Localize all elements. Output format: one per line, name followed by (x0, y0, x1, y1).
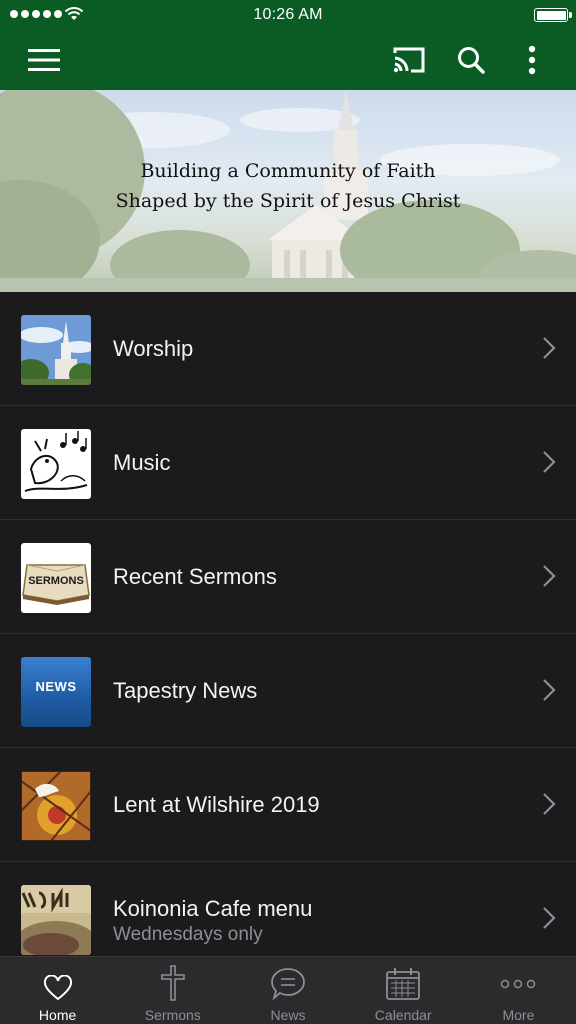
tab-more[interactable]: More (461, 957, 576, 1024)
hero-tagline-line1: Building a Community of Faith (140, 160, 436, 182)
list-item-title: Worship (113, 336, 194, 361)
tab-sermons[interactable]: Sermons (115, 957, 230, 1024)
vertical-ellipsis-icon (528, 45, 536, 75)
status-time: 10:26 AM (253, 6, 323, 23)
status-bar: 10:26 AM (0, 0, 576, 30)
tab-label: Sermons (144, 1007, 201, 1023)
list-item-title: Koinonia Cafe menu (113, 896, 313, 921)
search-button[interactable] (443, 30, 499, 90)
chevron-right-icon (543, 679, 556, 701)
chevron-right-icon (543, 337, 556, 359)
sermons-thumb-label: SERMONS (28, 575, 84, 587)
app-toolbar (0, 30, 576, 90)
cross-icon (160, 965, 185, 1001)
music-thumbnail (21, 429, 91, 499)
heart-icon (43, 975, 72, 1001)
list-item-music[interactable]: Music (0, 406, 576, 520)
menu-button[interactable] (16, 30, 72, 90)
tab-label: Home (38, 1007, 77, 1023)
search-icon (458, 47, 485, 74)
tab-label: News (270, 1007, 306, 1023)
chevron-right-icon (543, 907, 556, 929)
hero-tagline: Building a Community of Faith Shaped by … (0, 156, 576, 216)
list-item-title: Lent at Wilshire 2019 (113, 792, 320, 817)
tab-label: More (502, 1007, 535, 1023)
list-item-title: Recent Sermons (113, 564, 277, 589)
menu-list: Worship Music SERMONS Recent Sermons NEW… (0, 292, 576, 956)
overflow-menu-button[interactable] (504, 30, 560, 90)
calendar-icon (386, 968, 421, 1000)
list-item-koinonia-cafe[interactable]: Koinonia Cafe menu Wednesdays only (0, 862, 576, 956)
more-dots-icon (501, 979, 536, 989)
chevron-right-icon (543, 451, 556, 473)
chevron-right-icon (543, 793, 556, 815)
tab-news[interactable]: News (230, 957, 345, 1024)
list-item-recent-sermons[interactable]: SERMONS Recent Sermons (0, 520, 576, 634)
list-item-title: Music (113, 450, 171, 475)
hero-banner: Building a Community of Faith Shaped by … (0, 90, 576, 292)
cast-button[interactable] (381, 30, 437, 90)
news-thumb-label: NEWS (35, 679, 77, 694)
list-item-lent[interactable]: Lent at Wilshire 2019 (0, 748, 576, 862)
tab-label: Calendar (374, 1007, 432, 1023)
cast-icon (393, 47, 425, 73)
list-item-tapestry-news[interactable]: NEWS Tapestry News (0, 634, 576, 748)
hero-tagline-line2: Shaped by the Spirit of Jesus Christ (115, 190, 461, 212)
chevron-right-icon (543, 565, 556, 587)
speech-bubble-icon (271, 968, 305, 1001)
list-item-worship[interactable]: Worship (0, 292, 576, 406)
worship-thumbnail (21, 315, 91, 385)
sermons-thumbnail: SERMONS (21, 543, 91, 613)
lent-thumbnail (21, 771, 91, 841)
tab-bar: Home Sermons News Calendar More (0, 956, 576, 1024)
list-item-subtitle: Wednesdays only (113, 924, 263, 945)
tab-calendar[interactable]: Calendar (346, 957, 461, 1024)
koinonia-thumbnail (21, 885, 91, 955)
battery-icon (534, 8, 572, 22)
list-item-title: Tapestry News (113, 678, 258, 703)
news-thumbnail: NEWS (21, 657, 91, 727)
hamburger-menu-icon (28, 49, 60, 71)
tab-home[interactable]: Home (0, 957, 115, 1024)
